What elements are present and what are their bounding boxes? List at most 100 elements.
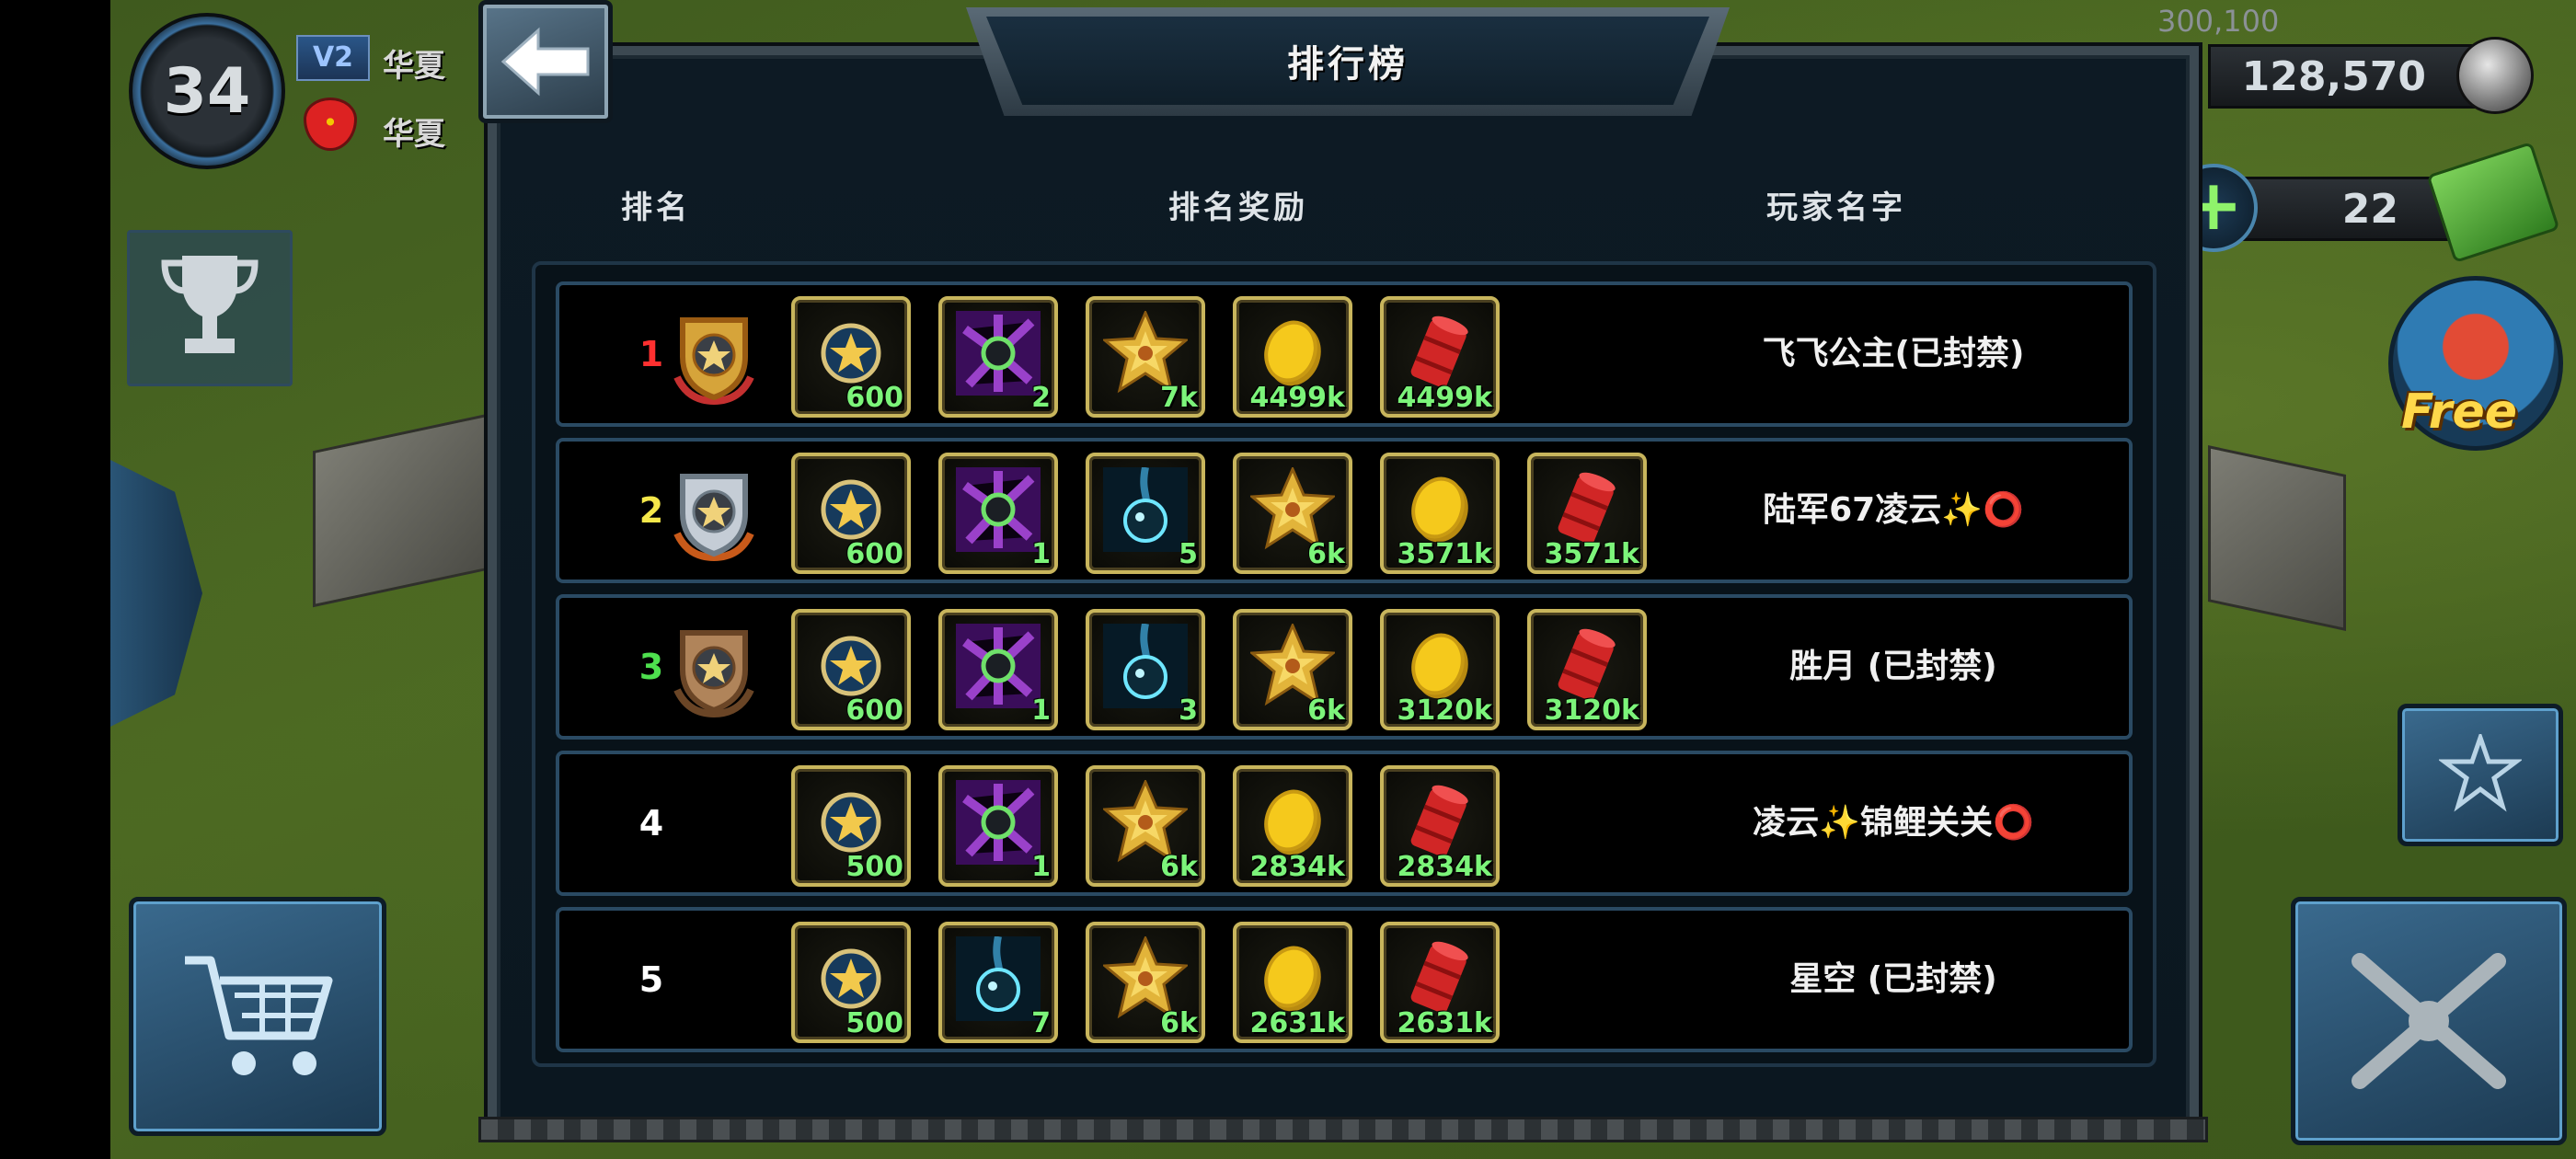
- alliance-button[interactable]: [2398, 704, 2563, 846]
- vip-badge[interactable]: V2: [296, 35, 370, 81]
- reward-item[interactable]: 500: [791, 922, 911, 1043]
- reward-item[interactable]: 3: [1086, 609, 1205, 730]
- silver-medal-icon: [670, 469, 758, 562]
- reward-item[interactable]: 2631k: [1380, 922, 1500, 1043]
- reward-item[interactable]: 2834k: [1380, 765, 1500, 887]
- attack-button[interactable]: [2291, 897, 2567, 1145]
- rank-column-header: 排名: [621, 189, 691, 226]
- reward-item[interactable]: 3120k: [1380, 609, 1500, 730]
- reward-item[interactable]: 3120k: [1527, 609, 1647, 730]
- rank-number: 4: [638, 803, 664, 843]
- reward-quantity: 500: [845, 851, 903, 883]
- player-name: 星空 (已封禁): [1789, 960, 1997, 998]
- reward-quantity: 5: [1179, 538, 1198, 570]
- reward-quantity: 6k: [1160, 851, 1198, 883]
- blue-orb-icon: [1103, 623, 1188, 708]
- purple-crystal-icon: [956, 311, 1041, 396]
- reward-items: 600 2 7k 4499k 4499k: [791, 296, 1527, 418]
- player-name: 陆军67凌云✨⭕: [1763, 491, 2024, 529]
- dialog-bottom-frame: [478, 1117, 2208, 1142]
- reward-item[interactable]: 6k: [1233, 453, 1352, 574]
- player-column-header: 玩家名字: [1766, 189, 1906, 226]
- trophy-button[interactable]: [127, 230, 293, 386]
- rank-row[interactable]: 1 600 2 7k 4499k 4499k 飞飞公主(已封禁): [556, 281, 2133, 427]
- reward-item[interactable]: 7: [938, 922, 1058, 1043]
- reward-items: 500 7 6k 2631k 2631k: [791, 922, 1527, 1043]
- reward-item[interactable]: 2834k: [1233, 765, 1352, 887]
- reward-item[interactable]: 7k: [1086, 296, 1205, 418]
- blue-orb-icon: [956, 935, 1041, 1021]
- back-arrow-icon: [500, 27, 590, 97]
- ranking-list[interactable]: 1 600 2 7k 4499k 4499k 飞飞公主(已封禁) 2 600 1 5 6k 3571k 3…: [532, 261, 2156, 1067]
- bronze-medal-icon: [670, 625, 758, 718]
- reward-quantity: 600: [845, 538, 903, 570]
- free-gift-label: Free: [2401, 384, 2517, 440]
- reward-items: 500 1 6k 2834k 2834k: [791, 765, 1527, 887]
- crossed-rifles-icon: [2352, 953, 2506, 1089]
- reward-item[interactable]: 4499k: [1233, 296, 1352, 418]
- reward-item[interactable]: 1: [938, 609, 1058, 730]
- reward-quantity: 6k: [1307, 694, 1345, 727]
- player-name: 凌云✨锦鲤关关⭕: [1753, 804, 2034, 842]
- reward-quantity: 3120k: [1397, 694, 1492, 727]
- crown-emblem-icon: [2439, 733, 2522, 812]
- purple-crystal-icon: [956, 624, 1041, 708]
- dialog-title-bar: 排行榜: [986, 17, 1709, 105]
- reward-item[interactable]: 600: [791, 296, 911, 418]
- reward-quantity: 4499k: [1397, 382, 1492, 414]
- reward-quantity: 1: [1031, 851, 1051, 883]
- player-name: 胜月 (已封禁): [1789, 648, 1997, 685]
- reward-item[interactable]: 3571k: [1380, 453, 1500, 574]
- reward-item[interactable]: 3571k: [1527, 453, 1647, 574]
- reward-item[interactable]: 6k: [1086, 922, 1205, 1043]
- shop-button[interactable]: [129, 897, 386, 1136]
- reward-item[interactable]: 2: [938, 296, 1058, 418]
- rank-row[interactable]: 2 600 1 5 6k 3571k 3571k 陆军67凌云✨⭕: [556, 438, 2133, 583]
- reward-item[interactable]: 1: [938, 765, 1058, 887]
- reward-quantity: 1: [1031, 694, 1051, 727]
- reward-quantity: 600: [845, 694, 903, 727]
- reward-quantity: 2834k: [1397, 851, 1492, 883]
- reward-quantity: 1: [1031, 538, 1051, 570]
- reward-quantity: 2631k: [1397, 1007, 1492, 1039]
- reward-quantity: 500: [845, 1007, 903, 1039]
- rank-row[interactable]: 5 500 7 6k 2631k 2631k 星空 (已封禁): [556, 907, 2133, 1052]
- reward-quantity: 3120k: [1544, 694, 1639, 727]
- reward-quantity: 3571k: [1544, 538, 1639, 570]
- shopping-cart-icon: [185, 956, 333, 1075]
- reward-quantity: 7: [1031, 1007, 1051, 1039]
- reward-quantity: 2834k: [1249, 851, 1345, 883]
- purple-crystal-icon: [956, 780, 1041, 865]
- back-button[interactable]: [478, 0, 613, 123]
- reward-quantity: 600: [845, 382, 903, 414]
- reward-item[interactable]: 500: [791, 765, 911, 887]
- reward-item[interactable]: 5: [1086, 453, 1205, 574]
- resource-cap: 300,100: [2157, 4, 2280, 39]
- reward-item[interactable]: 600: [791, 453, 911, 574]
- rank-row[interactable]: 4 500 1 6k 2834k 2834k 凌云✨锦鲤关关⭕: [556, 751, 2133, 896]
- gold-medal-icon: [670, 313, 758, 406]
- reward-item[interactable]: 4499k: [1380, 296, 1500, 418]
- reward-item[interactable]: 6k: [1086, 765, 1205, 887]
- player-level-badge[interactable]: 34: [129, 13, 285, 169]
- reward-item[interactable]: 6k: [1233, 609, 1352, 730]
- reward-quantity: 3: [1179, 694, 1198, 727]
- reward-quantity: 2631k: [1249, 1007, 1345, 1039]
- reward-item[interactable]: 1: [938, 453, 1058, 574]
- trophy-icon: [161, 256, 259, 353]
- player-name: 飞飞公主(已封禁): [1762, 335, 2025, 373]
- silver-coin-icon: [2456, 37, 2534, 114]
- factory-building: [2208, 445, 2346, 631]
- alliance-name: 华夏: [383, 116, 445, 153]
- blue-orb-icon: [1103, 466, 1188, 552]
- dialog-title: 排行榜: [1287, 43, 1409, 86]
- reward-item[interactable]: 2631k: [1233, 922, 1352, 1043]
- reward-item[interactable]: 600: [791, 609, 911, 730]
- reward-quantity: 4499k: [1249, 382, 1345, 414]
- rank-number: 5: [638, 959, 664, 1000]
- reward-quantity: 2: [1031, 382, 1051, 414]
- player-name: 华夏: [383, 48, 445, 85]
- reward-quantity: 7k: [1160, 382, 1198, 414]
- reward-items: 600 1 3 6k 3120k 3120k: [791, 609, 1674, 730]
- rank-row[interactable]: 3 600 1 3 6k 3120k 3120k 胜月 (已封禁): [556, 594, 2133, 740]
